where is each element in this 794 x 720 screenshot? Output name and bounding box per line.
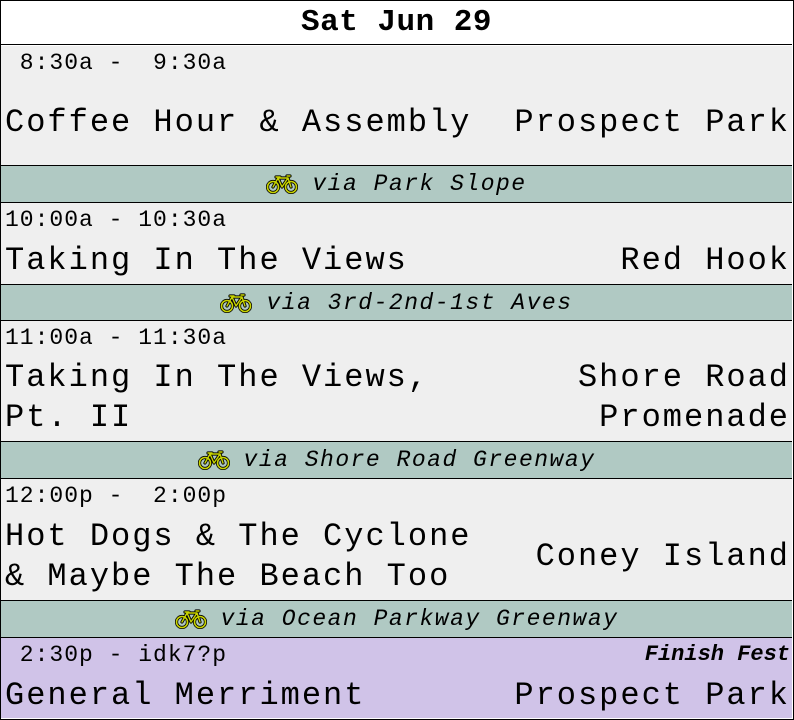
event-time: 10:00a - 10:30a [5,207,228,233]
route-label: via Park Slope [312,171,527,197]
event-time: 12:00p - 2:00p [5,483,228,509]
route-label: via Shore Road Greenway [243,447,596,473]
event-title: General Merriment [5,677,366,714]
bicycle-icon [197,450,230,470]
transit-row: via Shore Road Greenway [1,442,792,479]
route-label: via 3rd-2nd-1st Aves [266,289,573,316]
bicycle-icon [266,174,299,194]
transit-row: via Ocean Parkway Greenway [1,601,792,638]
transit-row: via Park Slope [1,166,792,203]
event-place: Red Hook [620,242,790,279]
event-title: Taking In The Views, Pt. II [5,359,430,436]
event-place: Prospect Park [514,677,790,714]
event-time: 11:00a - 11:30a [5,325,228,351]
route-label: via Ocean Parkway Greenway [220,606,619,632]
schedule-date: Sat Jun 29 [300,5,493,40]
transit-row: via 3rd-2nd-1st Aves [1,285,792,321]
event-row: 10:00a - 10:30a Taking In The Views Red … [1,203,792,285]
event-row: 11:00a - 11:30a Taking In The Views, Pt.… [1,321,792,442]
event-title: Hot Dogs & The Cyclone & Maybe The Beach… [5,518,472,595]
schedule-header: Sat Jun 29 [1,1,792,45]
bicycle-icon [174,609,207,629]
event-place: Shore Road Promenade [577,359,790,436]
event-title: Taking In The Views [5,242,408,279]
event-row: 12:00p - 2:00p Hot Dogs & The Cyclone & … [1,479,792,601]
event-place: Coney Island [535,538,790,575]
event-row: 8:30a - 9:30a Coffee Hour & Assembly Pro… [1,46,792,166]
finish-fest-tag: Finish Fest [644,642,790,667]
event-row-finish: 2:30p - idk7?p Finish Fest General Merri… [1,638,792,718]
event-time: 2:30p - idk7?p [5,642,228,668]
bicycle-icon [220,292,253,313]
event-title: Coffee Hour & Assembly [5,104,472,141]
event-time: 8:30a - 9:30a [5,50,228,76]
event-place: Prospect Park [514,104,790,141]
